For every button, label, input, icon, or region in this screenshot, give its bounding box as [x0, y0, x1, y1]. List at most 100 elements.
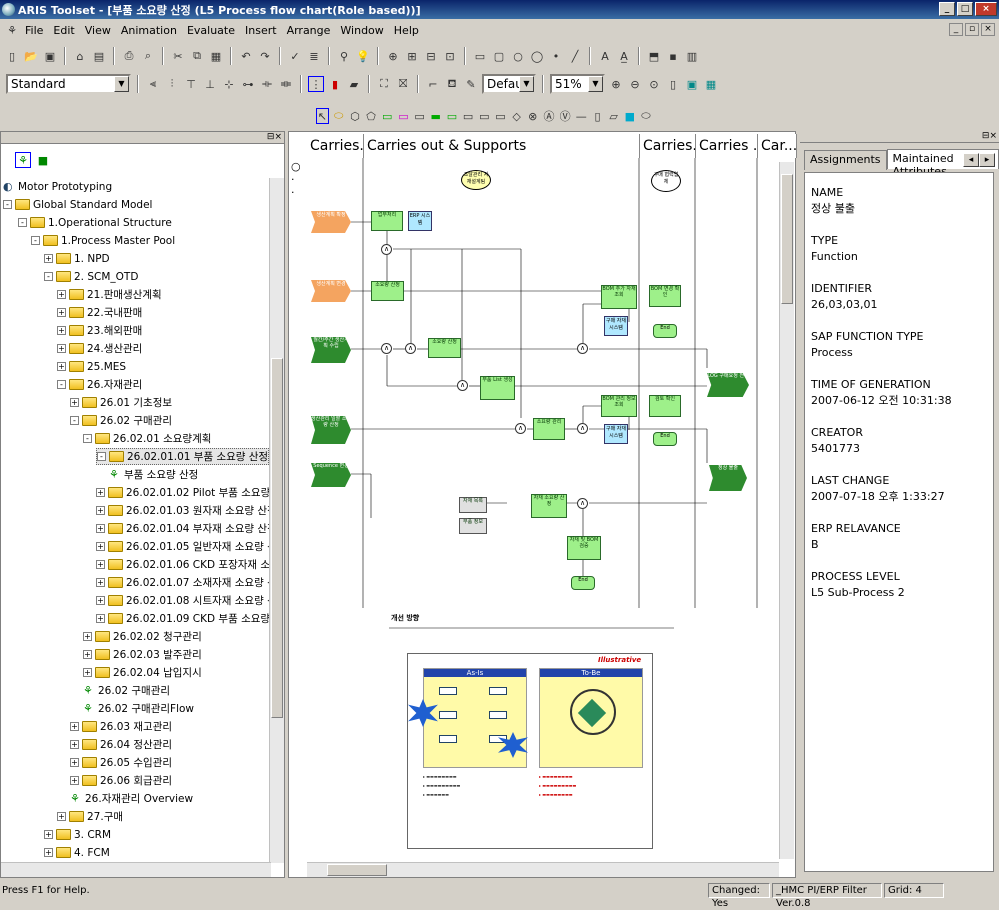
document-icon[interactable]: ⚘	[4, 22, 20, 38]
lane-header-2[interactable]: Carries out & Supports	[364, 134, 640, 158]
page-icon[interactable]: ▯	[665, 76, 681, 92]
org-symbol-icon[interactable]: ▭	[397, 108, 409, 124]
open-icon[interactable]: 📂	[23, 48, 39, 64]
tree-folder-item[interactable]: +25.MES	[57, 358, 126, 375]
tree-model-item[interactable]: ⚘26.02 구매관리Flow	[83, 700, 194, 717]
view-icon[interactable]: ▣	[684, 76, 700, 92]
expand-icon[interactable]: +	[57, 362, 66, 371]
scroll-thumb[interactable]	[327, 864, 387, 876]
tree-database-item[interactable]: ◐Motor Prototyping	[3, 178, 112, 195]
function-validate[interactable]: 자재 및 BOM 검증	[567, 536, 601, 560]
tree-folder-item[interactable]: +26.02.01.04 부자재 소요량 산정	[96, 520, 271, 537]
expand-icon[interactable]: +	[96, 542, 105, 551]
menu-file[interactable]: File	[20, 24, 48, 37]
tree-folder-item[interactable]: +23.해외판매	[57, 322, 142, 339]
system-purchase-1[interactable]: 구매 자재 시스템	[604, 316, 628, 336]
event-symbol-icon[interactable]: ⬭	[333, 108, 345, 124]
tree-folder-item[interactable]: -26.02.01 소요량계획	[83, 430, 211, 447]
tree-folder-item[interactable]: +26.02.03 발주관리	[83, 646, 202, 663]
mdi-minimize-button[interactable]: _	[949, 23, 963, 36]
event-sequence-change[interactable]: Sequence 변경	[311, 463, 351, 487]
event-bulk-calc[interactable]: 생산관리 일괄 소요량 산정	[311, 416, 351, 444]
callout-symbol-icon[interactable]: ▱	[608, 108, 620, 124]
font-icon[interactable]: A̲	[616, 48, 632, 64]
and-operator[interactable]: ∧	[381, 244, 392, 255]
copy-icon[interactable]: ⧉	[189, 48, 205, 64]
pointer-icon[interactable]: ↖	[316, 108, 329, 124]
close-button[interactable]: ×	[975, 2, 997, 16]
layout-icon[interactable]: ▥	[684, 48, 700, 64]
and-operator[interactable]: ∧	[457, 380, 468, 391]
zoom-out-icon[interactable]: ⊖	[627, 76, 643, 92]
and-symbol-icon[interactable]: Ⓐ	[543, 108, 555, 124]
system-erp[interactable]: ERP 시스템	[408, 211, 432, 231]
lane-header-1[interactable]: Carries...	[307, 134, 364, 158]
expand-icon[interactable]: +	[70, 776, 79, 785]
function-bom-lookup[interactable]: BOM 추가 자재 조회	[601, 285, 637, 309]
assign-down-icon[interactable]: ⊟	[423, 48, 439, 64]
align-left-icon[interactable]: ⫷	[145, 76, 161, 92]
tree-vertical-scrollbar[interactable]	[269, 178, 284, 863]
connector-icon[interactable]: ⌐	[425, 76, 441, 92]
model-canvas[interactable]: Carries... Carries out & Supports Carrie…	[288, 131, 796, 878]
event-log-request[interactable]: LOG 구매요청 전송	[707, 373, 749, 397]
lane-header-4[interactable]: Carries ...	[696, 134, 758, 158]
tree-folder-item[interactable]: -1.Process Master Pool	[31, 232, 175, 249]
tree-folder-item[interactable]: +26.02.01.09 CKD 부품 소요량 산정	[96, 610, 271, 627]
hexagon-symbol-icon[interactable]: ⬡	[349, 108, 361, 124]
role-org-unit-1[interactable]: 조달관리 자재설계팀	[461, 170, 491, 190]
canvas-horizontal-scrollbar[interactable]	[307, 862, 779, 877]
mdi-close-button[interactable]: ×	[981, 23, 995, 36]
function-requirement-mgmt[interactable]: 소요량 관리	[533, 418, 565, 440]
format-icon[interactable]: ≣	[306, 48, 322, 64]
assign-icon[interactable]: ⊞	[404, 48, 420, 64]
attribute-value[interactable]: Function	[811, 249, 993, 265]
tree-folder-item[interactable]: +26.02.01.06 CKD 포장자재 소요량 산정	[96, 556, 271, 573]
expand-icon[interactable]: +	[70, 398, 79, 407]
check-icon[interactable]: ✓	[287, 48, 303, 64]
chevron-down-icon[interactable]: ▼	[588, 76, 603, 92]
tree-folder-item[interactable]: -Global Standard Model	[3, 196, 152, 213]
function-parts-list[interactable]: 부품 List 생성	[480, 376, 515, 400]
tree-folder-item[interactable]: -2. SCM_OTD	[44, 268, 138, 285]
tree-folder-item[interactable]: +26.02.01.02 Pilot 부품 소요량 산정	[96, 484, 271, 501]
doc-parts-info[interactable]: 부품 정보	[459, 518, 487, 534]
collapse-icon[interactable]: -	[18, 218, 27, 227]
attribute-value[interactable]: B	[811, 537, 993, 553]
object-view-icon[interactable]: ■	[35, 152, 51, 168]
expand-icon[interactable]: +	[96, 596, 105, 605]
process-symbol-icon[interactable]: ▭	[446, 108, 458, 124]
system-purchase-2[interactable]: 구매 자재 시스템	[604, 424, 628, 444]
tree-folder-item[interactable]: +1. NPD	[44, 250, 110, 267]
print-preview-icon[interactable]: ⌕	[140, 48, 156, 64]
space-h-icon[interactable]: ⟛	[259, 76, 275, 92]
end-event-2[interactable]: End	[653, 432, 677, 446]
function-bom-info[interactable]: BOM 관리 정보 조회	[601, 395, 637, 417]
tree-folder-item[interactable]: +26.02.04 납입지시	[83, 664, 202, 681]
close-icon[interactable]: ⊟×	[982, 131, 997, 141]
align-bottom-icon[interactable]: ⊥	[202, 76, 218, 92]
expand-icon[interactable]: +	[70, 722, 79, 731]
and-operator[interactable]: ∧	[405, 343, 416, 354]
tree-model-item[interactable]: ⚘26.자재관리 Overview	[70, 790, 193, 807]
group-icon[interactable]: ⛶	[376, 76, 392, 92]
chevron-left-icon[interactable]: ◂	[963, 153, 979, 167]
tree-folder-item[interactable]: +26.03 재고관리	[70, 718, 172, 735]
pen-icon[interactable]: ✎	[463, 76, 479, 92]
doc-symbol-icon[interactable]: ▭	[462, 108, 474, 124]
expand-icon[interactable]: +	[44, 830, 53, 839]
expand-icon[interactable]: +	[83, 632, 92, 641]
collapse-icon[interactable]: -	[83, 434, 92, 443]
line-symbol-icon[interactable]: —	[575, 108, 587, 124]
scroll-thumb[interactable]	[271, 358, 283, 718]
lightbulb-icon[interactable]: 💡	[355, 48, 371, 64]
function-symbol-icon[interactable]: ▭	[381, 108, 393, 124]
menu-help[interactable]: Help	[389, 24, 424, 37]
object-icon[interactable]: ⊡	[442, 48, 458, 64]
attribute-value[interactable]: 26,03,03,01	[811, 297, 993, 313]
line-icon[interactable]: ╱	[567, 48, 583, 64]
align-middle-icon[interactable]: ⊹	[221, 76, 237, 92]
event-normal-issue-selected[interactable]: 정상 불출	[709, 465, 747, 491]
menu-insert[interactable]: Insert	[240, 24, 282, 37]
and-operator[interactable]: ∧	[577, 498, 588, 509]
